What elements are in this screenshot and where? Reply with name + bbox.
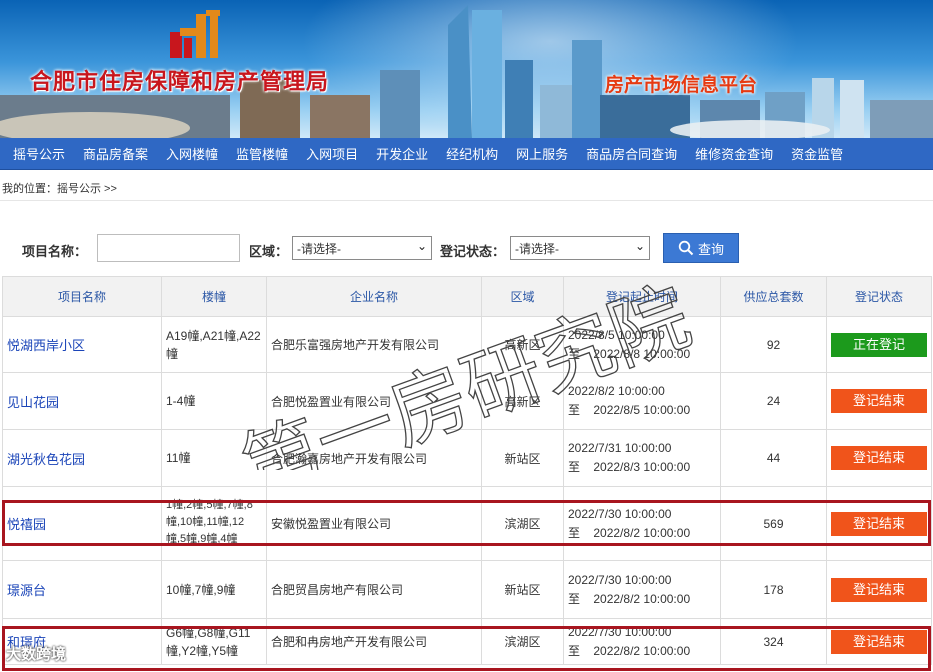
period-end: 2022/8/5 10:00:00 — [593, 403, 691, 417]
status-badge[interactable]: 登记结束 — [831, 389, 927, 413]
nav-item-housing-record[interactable]: 商品房备案 — [74, 144, 157, 163]
district-cell: 新站区 — [481, 560, 564, 619]
period-end: 2022/8/8 10:00:00 — [593, 346, 691, 361]
query-button-label: 查询 — [697, 241, 724, 257]
period-end: 2022/8/2 10:00:00 — [593, 591, 691, 606]
status-cell: 登记结束 — [826, 429, 932, 487]
nav-item-supervised-buildings[interactable]: 监管楼幢 — [227, 144, 297, 163]
period-to: 至 — [568, 591, 581, 606]
project-name-link[interactable]: 湖光秋色花园 — [2, 429, 162, 487]
period-start: 2022/8/2 10:00:00 — [568, 384, 665, 398]
status-cell: 正在登记 — [826, 316, 932, 373]
project-name-link[interactable]: 悦湖西岸小区 — [2, 316, 162, 373]
period-end-line: 至 2022/8/2 10:00:00 — [568, 590, 716, 609]
project-name-link[interactable]: 璟源台 — [2, 560, 162, 619]
banner-title: 合肥市住房保障和房产管理局 — [30, 69, 330, 95]
table-header-row: 项目名称 楼幢 企业名称 区域 登记起止时间 供应总套数 登记状态 — [2, 276, 932, 317]
district-cell: 高新区 — [481, 316, 564, 373]
col-header-project[interactable]: 项目名称 — [2, 276, 162, 317]
status-badge[interactable]: 登记结束 — [831, 577, 927, 602]
highlight-box-row-hejing — [2, 626, 931, 671]
buildings-cell: 11幢 — [161, 429, 267, 487]
project-name-input[interactable] — [97, 234, 240, 262]
company-cell: 合肥悦盈置业有限公司 — [266, 372, 482, 430]
col-header-buildings[interactable]: 楼幢 — [161, 276, 267, 317]
buildings-cell: 10幢,7幢,9幢 — [161, 560, 267, 619]
period-end: 2022/8/3 10:00:00 — [593, 460, 691, 474]
total-cell: 44 — [720, 429, 827, 487]
table-row: 湖光秋色花园 11幢 合肥瀚嘉房地产开发有限公司 新站区 2022/7/31 1… — [2, 429, 932, 487]
period-to: 至 — [568, 346, 581, 361]
buildings-cell: A19幢,A21幢,A22幢 — [161, 316, 267, 373]
col-header-company[interactable]: 企业名称 — [266, 276, 482, 317]
period-start: 2022/8/5 10:00:00 — [568, 327, 665, 342]
period-to: 至 — [568, 460, 581, 474]
nav-item-network-projects[interactable]: 入网项目 — [297, 144, 367, 163]
company-cell: 合肥贸昌房地产有限公司 — [266, 560, 482, 619]
chevron-down-icon: ⌄ — [634, 239, 645, 253]
banner-subtitle: 房产市场信息平台 — [605, 74, 758, 96]
company-cell: 合肥乐富强房地产开发有限公司 — [266, 316, 482, 373]
period-start: 2022/7/30 10:00:00 — [568, 572, 672, 587]
nav-item-developers[interactable]: 开发企业 — [367, 144, 437, 163]
period-end-line: 至 2022/8/5 10:00:00 — [568, 401, 716, 420]
district-label: 区域： — [249, 244, 289, 259]
nav-item-contract-query[interactable]: 商品房合同查询 — [577, 144, 686, 163]
nav-item-agencies[interactable]: 经纪机构 — [437, 144, 507, 163]
search-icon — [678, 240, 694, 256]
nav-item-network-buildings[interactable]: 入网楼幢 — [157, 144, 227, 163]
divider — [0, 200, 933, 201]
status-cell: 登记结束 — [826, 372, 932, 430]
period-cell: 2022/7/30 10:00:00 至 2022/8/2 10:00:00 — [563, 560, 721, 619]
company-cell: 合肥瀚嘉房地产开发有限公司 — [266, 429, 482, 487]
nav-item-online-service[interactable]: 网上服务 — [507, 144, 577, 163]
total-cell: 92 — [720, 316, 827, 373]
status-cell: 登记结束 — [826, 560, 932, 619]
registration-status-label: 登记状态： — [440, 244, 506, 259]
table-row: 见山花园 1-4幢 合肥悦盈置业有限公司 高新区 2022/8/2 10:00:… — [2, 372, 932, 430]
nav-item-maintenance-fund-query[interactable]: 维修资金查询 — [686, 144, 782, 163]
col-header-status[interactable]: 登记状态 — [826, 276, 932, 317]
district-cell: 新站区 — [481, 429, 564, 487]
status-badge[interactable]: 登记结束 — [831, 446, 927, 470]
col-header-district[interactable]: 区域 — [481, 276, 564, 317]
period-end-line: 至 2022/8/8 10:00:00 — [568, 345, 716, 364]
lottery-table: 项目名称 楼幢 企业名称 区域 登记起止时间 供应总套数 登记状态 悦湖西岸小区… — [2, 276, 932, 665]
buildings-cell: 1-4幢 — [161, 372, 267, 430]
project-name-label: 项目名称： — [22, 244, 88, 259]
period-end-line: 至 2022/8/3 10:00:00 — [568, 458, 716, 477]
table-row: 璟源台 10幢,7幢,9幢 合肥贸昌房地产有限公司 新站区 2022/7/30 … — [2, 560, 932, 619]
table-row: 悦湖西岸小区 A19幢,A21幢,A22幢 合肥乐富强房地产开发有限公司 高新区… — [2, 316, 932, 373]
bureau-logo — [170, 10, 220, 58]
status-select-value: -请选择- — [515, 242, 559, 256]
district-select-value: -请选择- — [297, 242, 341, 256]
nav-item-fund-supervision[interactable]: 资金监管 — [782, 144, 852, 163]
site-banner: 合肥市住房保障和房产管理局 房产市场信息平台 — [0, 0, 933, 138]
col-header-total[interactable]: 供应总套数 — [720, 276, 827, 317]
query-button[interactable]: 查询 — [663, 233, 739, 263]
total-cell: 178 — [720, 560, 827, 619]
period-cell: 2022/8/5 10:00:00 至 2022/8/8 10:00:00 — [563, 316, 721, 373]
project-name-link[interactable]: 见山花园 — [2, 372, 162, 430]
period-cell: 2022/8/2 10:00:00 至 2022/8/5 10:00:00 — [563, 372, 721, 430]
corner-watermark: 大数跨境 — [6, 646, 67, 663]
nav-item-lottery[interactable]: 摇号公示 — [4, 144, 74, 163]
district-cell: 高新区 — [481, 372, 564, 430]
search-bar: 项目名称： 区域： -请选择- ⌄ 登记状态： -请选择- ⌄ 查询 — [0, 232, 933, 264]
breadcrumb: 我的位置：摇号公示 >> — [2, 183, 117, 195]
period-start: 2022/7/31 10:00:00 — [568, 441, 672, 455]
col-header-period[interactable]: 登记起止时间 — [563, 276, 721, 317]
period-to: 至 — [568, 403, 581, 417]
period-cell: 2022/7/31 10:00:00 至 2022/8/3 10:00:00 — [563, 429, 721, 487]
status-badge[interactable]: 正在登记 — [831, 332, 927, 357]
district-select[interactable]: -请选择- ⌄ — [292, 236, 432, 260]
chevron-down-icon: ⌄ — [416, 239, 427, 253]
highlight-box-row-yuexi — [2, 500, 931, 546]
total-cell: 24 — [720, 372, 827, 430]
registration-status-select[interactable]: -请选择- ⌄ — [510, 236, 650, 260]
main-nav: 摇号公示 商品房备案 入网楼幢 监管楼幢 入网项目 开发企业 经纪机构 网上服务… — [0, 138, 933, 170]
